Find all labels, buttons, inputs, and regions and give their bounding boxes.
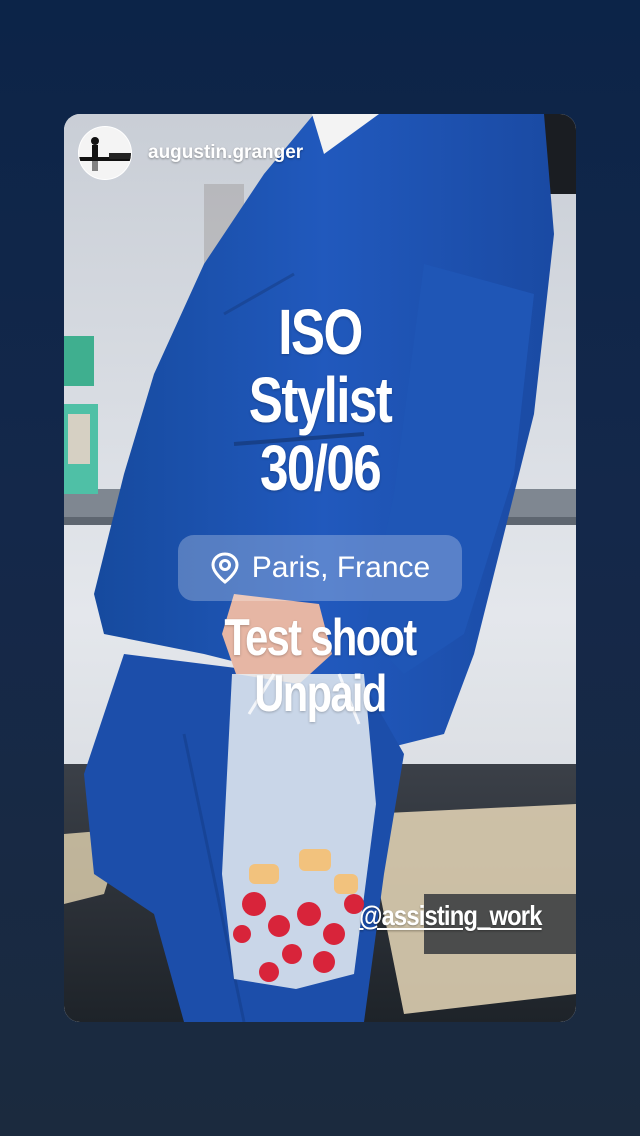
- avatar-image: [79, 127, 131, 179]
- subline-text: Test shoot Unpaid: [115, 612, 525, 724]
- location-pin-icon: [211, 552, 239, 584]
- story-header: augustin.granger: [78, 126, 303, 180]
- headline-line-2: Stylist: [248, 364, 393, 436]
- subline-line-1: Test shoot: [224, 609, 417, 667]
- avatar[interactable]: [78, 126, 132, 180]
- story-card[interactable]: augustin.granger ISO Stylist 30/06 Paris…: [64, 114, 576, 1022]
- headline-text: ISO Stylist 30/06: [115, 300, 525, 504]
- mention-sticker[interactable]: @assisting_work: [360, 900, 543, 932]
- headline-line-3: 30/06: [259, 432, 382, 504]
- subline-line-2: Unpaid: [254, 665, 387, 723]
- location-sticker[interactable]: Paris, France: [178, 535, 462, 601]
- headline-line-1: ISO: [278, 296, 363, 368]
- username[interactable]: augustin.granger: [148, 142, 303, 164]
- location-label: Paris, France: [251, 551, 431, 584]
